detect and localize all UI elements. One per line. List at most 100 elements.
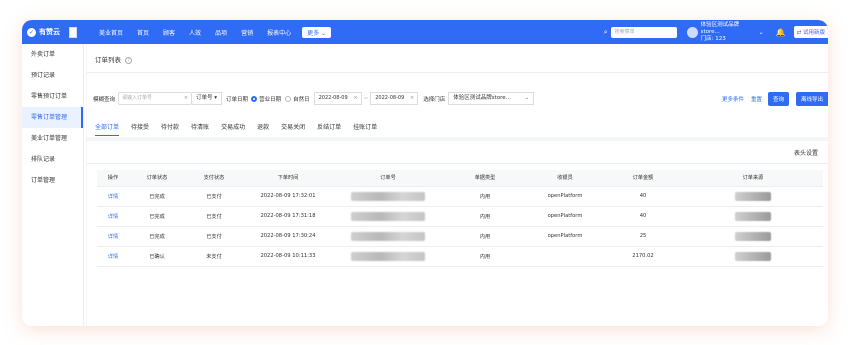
trial-new-version-button[interactable]: ⇄ 试用新版 xyxy=(793,26,828,38)
col-header-order-time: 下单时间 xyxy=(243,170,333,187)
store-switcher[interactable]: 体验区测试品牌store... 门店: 123 ⌄ xyxy=(686,22,764,43)
sidebar-item-beauty-order-management[interactable]: 美业订单管理 xyxy=(22,128,83,149)
store-select[interactable]: 体验区测试品牌store... ⌄ xyxy=(448,92,535,105)
redacted-source xyxy=(735,231,771,241)
phone-icon[interactable] xyxy=(69,26,77,38)
offline-export-button[interactable]: 离线导出 xyxy=(795,92,828,106)
avatar xyxy=(686,26,698,38)
sidebar-item-order-management[interactable]: 订单管理 xyxy=(22,170,83,191)
detail-link[interactable]: 详情 xyxy=(97,186,129,207)
redacted-order-no xyxy=(351,231,425,241)
order-list-card: 表头设置 操作 订单状态 支付状态 下单时间 订单号 单据类型 收银员 订单金额… xyxy=(87,141,828,326)
table-row: 详情 已完成 已支付 2022-08-09 17:32:01 内用 openPl… xyxy=(97,186,823,207)
sidebar: 外卖订单 预订记录 零售预订订单 零售订单管理 美业订单管理 排队记录 订单管理 xyxy=(22,44,84,326)
nav-item-beauty-home[interactable]: 美业首页 xyxy=(92,28,130,37)
cell-amount: 25 xyxy=(603,226,683,247)
nav-item-products[interactable]: 品项 xyxy=(208,28,234,37)
search-icon[interactable]: ⌕ xyxy=(604,28,608,37)
clear-icon[interactable]: × xyxy=(353,93,357,104)
nav-item-marketing[interactable]: 营销 xyxy=(234,28,260,37)
store-select-value: 体验区测试品牌store... xyxy=(453,95,511,101)
cell-pay-status: 已支付 xyxy=(185,206,243,227)
cell-source xyxy=(683,186,823,207)
nav-item-reports[interactable]: 报表中心 xyxy=(260,28,298,37)
chevron-down-icon: ⌄ xyxy=(758,28,764,36)
detail-link[interactable]: 详情 xyxy=(97,246,129,267)
query-button[interactable]: 查询 xyxy=(767,92,789,106)
radio-business-label: 营业日期 xyxy=(259,96,282,103)
date-end-value: 2022-08-09 xyxy=(375,95,405,101)
cell-order-status: 已完成 xyxy=(129,226,185,247)
logo-icon: ✓ xyxy=(27,27,36,37)
tab-refund[interactable]: 退款 xyxy=(257,122,269,135)
col-header-doc-type: 单据类型 xyxy=(443,170,527,187)
cell-order-status: 已完成 xyxy=(129,186,185,207)
cell-order-time: 2022-08-09 10:11:33 xyxy=(243,246,333,267)
cell-source xyxy=(683,206,823,227)
store-sub: 门店: 123 xyxy=(700,35,726,42)
search-field-value: 订单号 xyxy=(196,95,213,101)
column-settings-button[interactable]: 表头设置 xyxy=(794,148,818,157)
reset-button[interactable]: 重置 xyxy=(751,95,762,103)
trial-label: 试用新版 xyxy=(802,30,825,36)
table-header-row: 操作 订单状态 支付状态 下单时间 订单号 单据类型 收银员 订单金额 订单来源 xyxy=(97,170,823,187)
clear-icon[interactable]: × xyxy=(184,93,188,104)
radio-natural-date[interactable]: 自然日 xyxy=(285,95,310,103)
tab-pending-accept[interactable]: 待接受 xyxy=(131,122,149,135)
store-name: 体验区测试品牌store... xyxy=(700,21,740,35)
redacted-source xyxy=(735,211,771,221)
nav-item-staff-efficiency[interactable]: 人效 xyxy=(182,28,208,37)
page-title: 订单列表 ? xyxy=(95,54,133,64)
col-header-action: 操作 xyxy=(97,170,129,187)
bell-icon[interactable]: 🔔 xyxy=(776,28,786,37)
col-header-amount: 订单金额 xyxy=(603,170,683,187)
tab-reverse-settled[interactable]: 反结订单 xyxy=(317,122,341,135)
divider xyxy=(87,72,828,73)
filter-actions: 更多条件 重置 查询 离线导出 xyxy=(722,92,828,106)
menu-search-input[interactable]: 搜索菜单 xyxy=(610,26,677,38)
filter-row: 模糊查询 请输入订单号 × 订单号 ▾ 订单日期 营业日期 自然日 2022-0… xyxy=(93,91,535,106)
tab-on-account[interactable]: 挂账订单 xyxy=(353,122,377,135)
detail-link[interactable]: 详情 xyxy=(97,206,129,227)
tab-pending-payment[interactable]: 待付款 xyxy=(161,122,179,135)
sidebar-item-retail-preorders[interactable]: 零售预订订单 xyxy=(22,86,83,107)
brand-logo[interactable]: ✓ 有赞云 xyxy=(22,26,92,38)
table-row: 详情 已完成 已支付 2022-08-09 17:31:18 内用 openPl… xyxy=(97,206,823,227)
col-header-order-status: 订单状态 xyxy=(129,170,185,187)
date-start-input[interactable]: 2022-08-09 × xyxy=(313,92,362,105)
col-header-order-no: 订单号 xyxy=(333,170,443,187)
help-icon[interactable]: ? xyxy=(125,56,133,64)
cell-amount: 2170.02 xyxy=(603,246,683,267)
radio-business-date[interactable]: 营业日期 xyxy=(251,95,281,103)
tab-all-orders[interactable]: 全部订单 xyxy=(95,122,120,136)
sidebar-item-queue-records[interactable]: 排队记录 xyxy=(22,149,83,170)
filter-card: 订单列表 ? 模糊查询 请输入订单号 × 订单号 ▾ 订单日期 营业日期 自然日… xyxy=(87,44,828,137)
sidebar-item-reservation-records[interactable]: 预订记录 xyxy=(22,65,83,86)
table-row: 详情 已完成 已支付 2022-08-09 17:30:24 内用 openPl… xyxy=(97,226,823,247)
cell-cashier: openPlatform xyxy=(527,206,603,227)
col-header-source: 订单来源 xyxy=(683,170,823,187)
top-navbar: ✓ 有赞云 美业首页 首页 顾客 人效 品项 营销 报表中心 更多 ⌄ ⌕ 搜索… xyxy=(22,20,828,44)
sidebar-item-retail-order-management[interactable]: 零售订单管理 xyxy=(22,107,83,128)
order-search-input[interactable]: 请输入订单号 × xyxy=(118,92,193,105)
tab-success[interactable]: 交易成功 xyxy=(221,122,245,135)
nav-item-customers[interactable]: 顾客 xyxy=(156,28,182,37)
date-end-input[interactable]: 2022-08-09 × xyxy=(370,92,419,105)
store-info: 体验区测试品牌store... 门店: 123 xyxy=(701,22,757,43)
detail-link[interactable]: 详情 xyxy=(97,226,129,247)
more-conditions-link[interactable]: 更多条件 xyxy=(722,95,744,103)
nav-more-button[interactable]: 更多 ⌄ xyxy=(302,26,332,38)
clear-icon[interactable]: × xyxy=(410,93,414,104)
sidebar-item-takeout-orders[interactable]: 外卖订单 xyxy=(22,44,83,65)
cell-order-time: 2022-08-09 17:32:01 xyxy=(243,186,333,207)
cell-cashier: openPlatform xyxy=(527,186,603,207)
col-header-cashier: 收银员 xyxy=(527,170,603,187)
redacted-order-no xyxy=(351,251,425,261)
tab-closed[interactable]: 交易关闭 xyxy=(281,122,305,135)
page-title-text: 订单列表 xyxy=(95,56,121,64)
tab-pending-settlement[interactable]: 待清账 xyxy=(191,122,209,135)
cell-order-status: 已确认 xyxy=(129,246,185,267)
search-field-select[interactable]: 订单号 ▾ xyxy=(192,92,223,105)
store-select-label: 选择门店 xyxy=(423,96,446,103)
nav-item-home[interactable]: 首页 xyxy=(130,28,156,37)
